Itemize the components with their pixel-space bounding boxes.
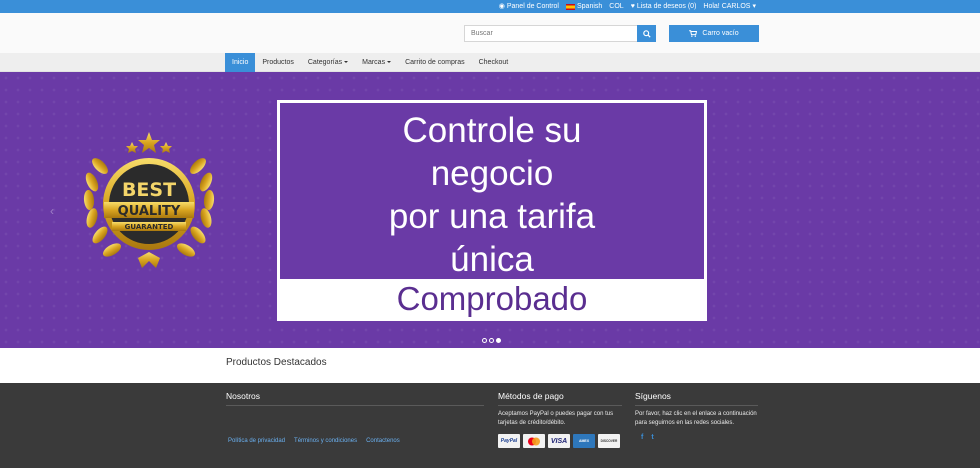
nav-item-checkout[interactable]: Checkout (472, 53, 516, 72)
carousel-indicators (482, 338, 501, 343)
promo-line: negocio (430, 154, 554, 193)
header: Carro vacío (0, 13, 980, 53)
promo-text: Controle su negocio por una tarifa única (280, 109, 704, 281)
control-panel-label: Panel de Control (506, 3, 559, 10)
badge-text-quality: QUALITY (118, 204, 181, 219)
promo-line: Controle su (402, 111, 582, 150)
mastercard-card-icon (523, 434, 545, 448)
carousel-prev-icon[interactable]: ‹ (50, 204, 54, 218)
footer-social: Síguenos Por favor, haz clic en el enlac… (635, 391, 758, 441)
search-icon (642, 29, 651, 38)
search-input[interactable] (464, 25, 637, 42)
featured-title: Productos Destacados (226, 357, 327, 368)
cart-icon (689, 30, 698, 37)
search-bar (464, 25, 656, 42)
badge-text-guaranted: GUARANTED (125, 223, 174, 231)
promo-line: por una tarifa (388, 197, 596, 236)
footer-payments-text: Aceptamos PayPal o puedes pagar con tus … (498, 411, 614, 426)
nav-label: Marcas (362, 59, 386, 66)
dashboard-icon: ◉ (498, 3, 505, 10)
terms-link[interactable]: Términos y condiciones (294, 438, 357, 444)
social-icons: f t (635, 434, 758, 441)
footer-links: Política de privacidad Términos y condic… (228, 438, 400, 444)
paypal-card-icon: PayPal (498, 434, 520, 448)
contact-link[interactable]: Contactenos (366, 438, 400, 444)
nav-item-inicio[interactable]: Inicio (225, 53, 256, 72)
promo-line: única (450, 240, 534, 279)
cart-label: Carro vacío (702, 30, 739, 37)
footer-social-title: Síguenos (635, 391, 758, 406)
footer-about-title: Nosotros (226, 391, 484, 406)
language-selector[interactable]: Spanish (566, 1, 602, 12)
nav-item-carrito[interactable]: Carrito de compras (398, 53, 472, 72)
hero-carousel[interactable]: ‹ BEST QUALITY GUARANTED Controle su neg… (0, 72, 980, 348)
badge-text-best: BEST (122, 179, 176, 201)
carousel-dot[interactable] (482, 338, 487, 343)
nav-label: Categorías (307, 59, 343, 66)
spain-flag-icon (566, 3, 575, 10)
visa-card-icon: VISA (548, 434, 570, 448)
greeting-label: Hola! CARLOS (703, 3, 751, 10)
footer: Nosotros Política de privacidad Términos… (0, 383, 980, 468)
footer-about: Nosotros (226, 391, 484, 406)
language-label: Spanish (577, 3, 603, 10)
privacy-link[interactable]: Política de privacidad (228, 438, 285, 444)
discover-card-icon: DISCOVER (598, 434, 620, 448)
nav-item-productos[interactable]: Productos (255, 53, 301, 72)
twitter-icon[interactable]: t (651, 434, 653, 441)
heart-icon: ♥ (630, 3, 635, 10)
facebook-icon[interactable]: f (641, 434, 643, 441)
featured-section: Productos Destacados (0, 348, 980, 383)
footer-payments: Métodos de pago Aceptamos PayPal o puede… (498, 391, 622, 448)
top-bar: ◉ Panel de Control Spanish COL ♥ Lista d… (0, 0, 980, 13)
footer-payments-title: Métodos de pago (498, 391, 622, 406)
control-panel-link[interactable]: ◉ Panel de Control (499, 1, 559, 12)
nav-label: Productos (262, 59, 294, 66)
carousel-dot[interactable] (489, 338, 494, 343)
account-menu[interactable]: Hola! CARLOS ▾ (703, 1, 756, 12)
currency-selector[interactable]: COL (609, 1, 623, 12)
cart-button[interactable]: Carro vacío (669, 25, 759, 42)
payment-cards: PayPal VISA AMEX DISCOVER (498, 434, 622, 448)
best-quality-badge: BEST QUALITY GUARANTED (83, 132, 215, 268)
search-button[interactable] (637, 25, 656, 42)
amex-card-icon: AMEX (573, 434, 595, 448)
chevron-down-icon: ▾ (752, 3, 756, 10)
promo-strip: Comprobado (280, 279, 704, 318)
carousel-dot-active[interactable] (496, 338, 501, 343)
main-nav: Inicio Productos Categorías Marcas Carri… (0, 53, 980, 72)
caret-down-icon (344, 61, 349, 64)
promo-box: Controle su negocio por una tarifa única… (277, 100, 707, 321)
nav-item-categorias[interactable]: Categorías (301, 53, 355, 72)
caret-down-icon (387, 61, 392, 64)
nav-label: Checkout (478, 59, 509, 66)
wishlist-label: Lista de deseos (0) (636, 3, 697, 10)
nav-item-marcas[interactable]: Marcas (355, 53, 398, 72)
footer-social-text: Por favor, haz clic en el enlace a conti… (635, 411, 757, 426)
wishlist-link[interactable]: ♥ Lista de deseos (0) (631, 1, 697, 12)
nav-label: Carrito de compras (405, 59, 465, 66)
nav-label: Inicio (232, 59, 249, 66)
